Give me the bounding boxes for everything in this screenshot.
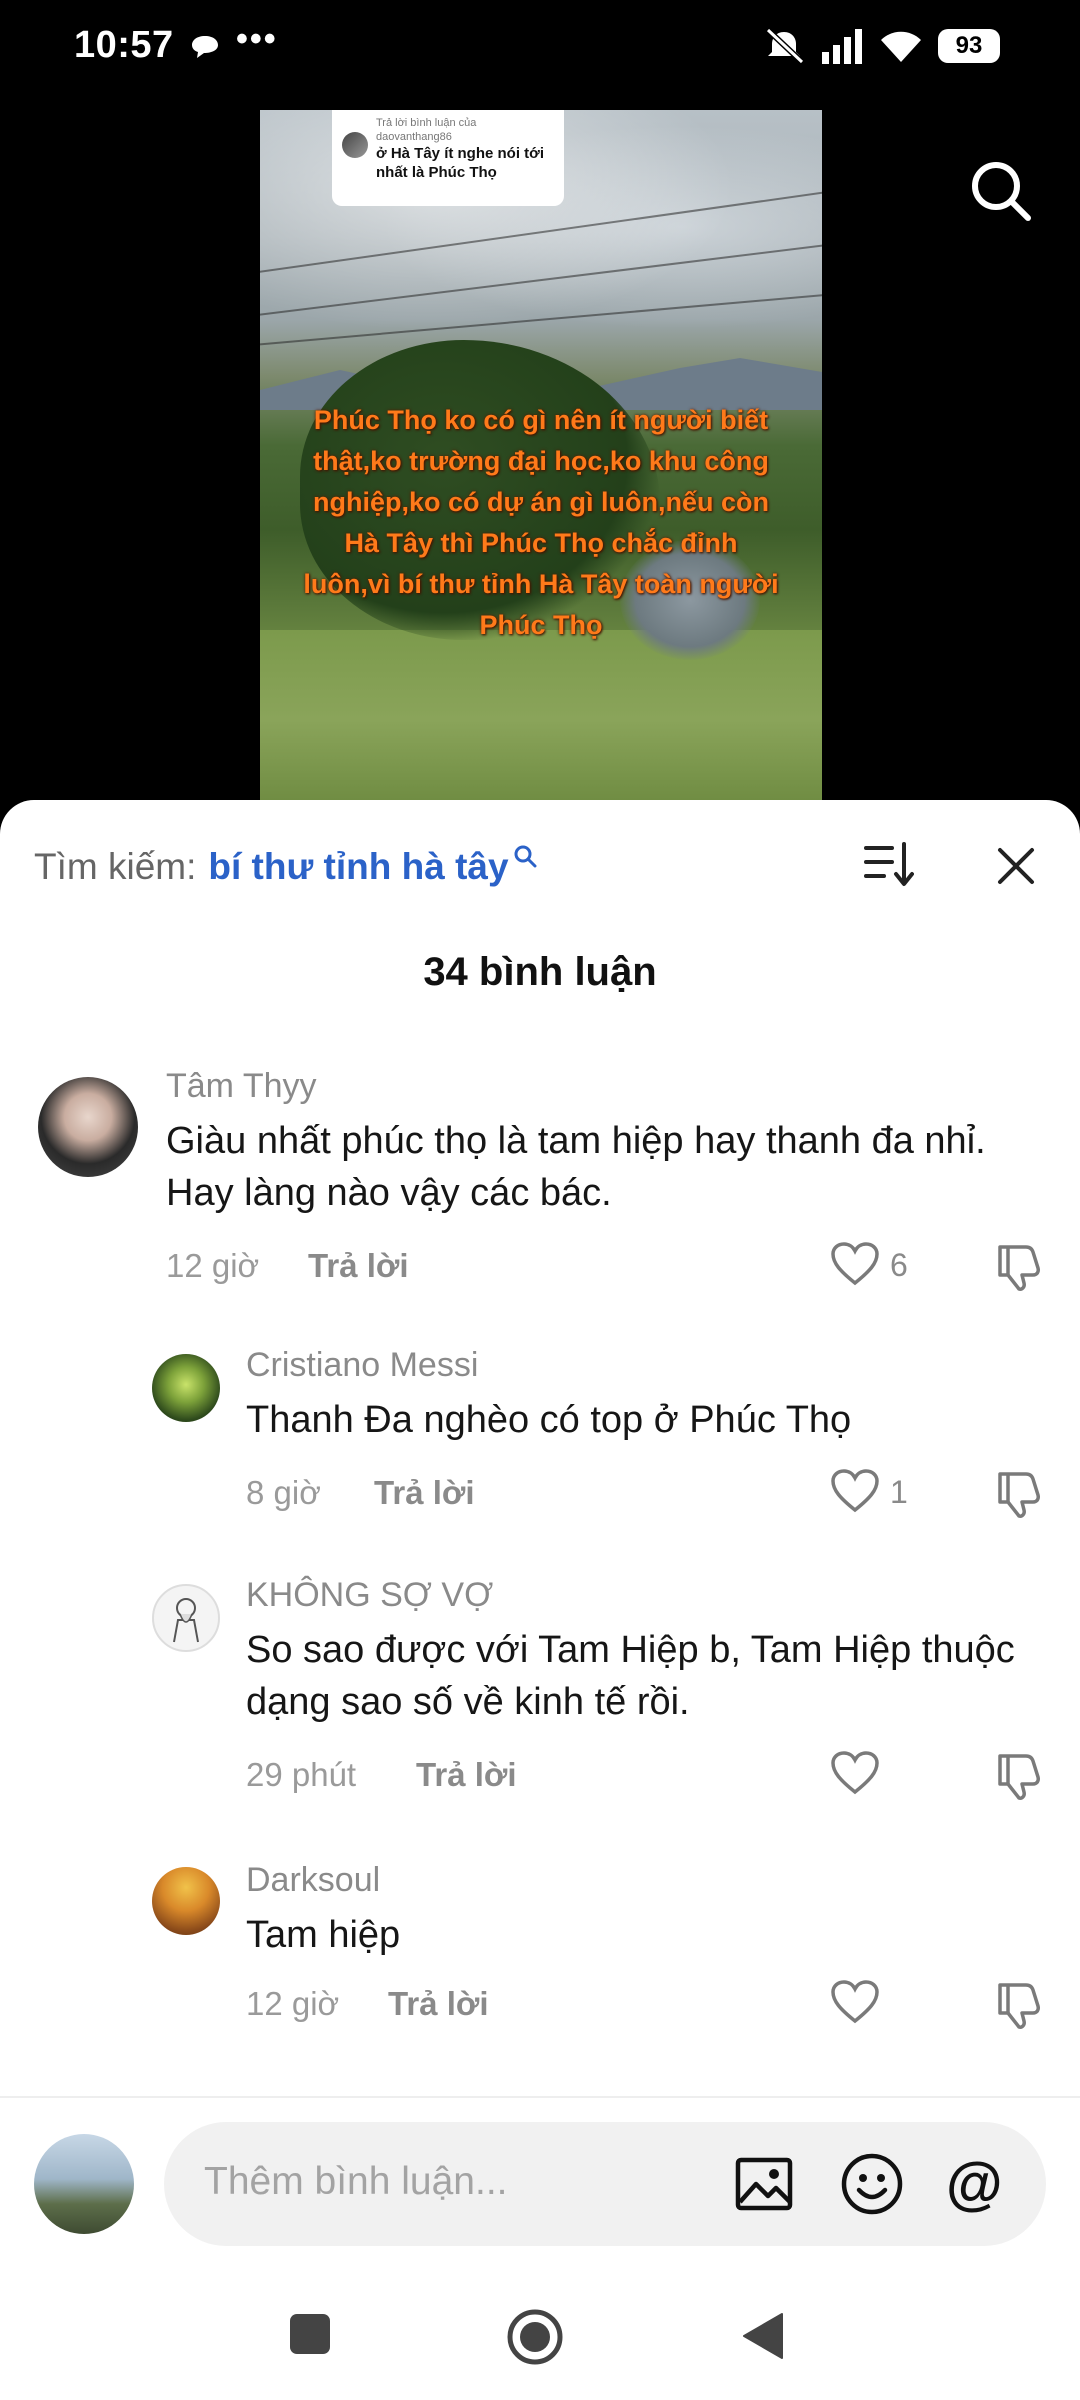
heart-icon[interactable] — [830, 1241, 880, 1287]
comment-author[interactable]: Tâm Thyy — [166, 1067, 317, 1106]
comment-time: 29 phút — [246, 1756, 357, 1793]
reply-button[interactable]: Trả lời — [308, 1247, 409, 1285]
avatar[interactable] — [152, 1867, 220, 1935]
comment-time: 8 giờ — [246, 1474, 321, 1511]
battery-indicator: 93 — [938, 29, 1000, 63]
reply-button[interactable]: Trả lời — [374, 1474, 475, 1512]
chat-bubble-icon — [192, 36, 218, 58]
reply-avatar — [342, 132, 368, 158]
mute-icon — [765, 27, 805, 65]
search-row[interactable]: Tìm kiếm: bí thư tỉnh hà tây — [34, 845, 537, 888]
status-time: 10:57 — [74, 24, 174, 66]
emoji-icon[interactable] — [840, 2152, 904, 2216]
mention-button[interactable]: @ — [946, 2150, 1003, 2217]
close-icon[interactable] — [994, 844, 1038, 888]
comment-author[interactable]: Darksoul — [246, 1861, 380, 1900]
dislike-icon[interactable] — [994, 1468, 1046, 1520]
square-nav-icon[interactable] — [288, 2312, 332, 2356]
comment-text: Thanh Đa nghèo có top ở Phúc Thọ — [246, 1399, 852, 1441]
sort-icon[interactable] — [862, 840, 914, 888]
reply-button[interactable]: Trả lời — [416, 1756, 517, 1794]
comment-text: So sao được với Tam Hiệp b, Tam Hiệp thu… — [246, 1629, 1015, 1723]
reply-button[interactable]: Trả lời — [388, 1985, 489, 2023]
heart-icon[interactable] — [830, 1979, 880, 2025]
comment-count: 34 bình luận — [423, 950, 657, 994]
reply-label: Trả lời bình luận của daovanthang86 — [376, 117, 477, 143]
status-bar: 10:57 ••• 93 — [0, 0, 1080, 100]
status-more: ••• — [236, 20, 278, 58]
dislike-icon[interactable] — [994, 1241, 1046, 1293]
dislike-icon[interactable] — [994, 1750, 1046, 1802]
compose-bar: Thêm bình luận... @ — [0, 2098, 1080, 2278]
like-count: 1 — [890, 1474, 908, 1510]
avatar-illustration — [173, 1598, 199, 1643]
comment-author[interactable]: KHÔNG SỢ VỢ — [246, 1576, 493, 1615]
avatar[interactable] — [152, 1354, 220, 1422]
wifi-icon — [881, 31, 921, 62]
comment-input[interactable]: Thêm bình luận... @ — [164, 2122, 1046, 2246]
like-count: 6 — [890, 1247, 908, 1283]
avatar[interactable] — [34, 2134, 134, 2234]
comment-author[interactable]: Cristiano Messi — [246, 1346, 478, 1385]
video-grass — [260, 630, 822, 810]
search-prefix: Tìm kiếm: — [34, 846, 197, 887]
dislike-icon[interactable] — [994, 1979, 1046, 2031]
back-nav-icon[interactable] — [740, 2310, 786, 2362]
status-icons: 93 — [762, 26, 1000, 66]
home-nav-icon[interactable] — [506, 2308, 564, 2366]
heart-icon[interactable] — [830, 1468, 880, 1514]
avatar[interactable] — [152, 1584, 220, 1652]
heart-icon[interactable] — [830, 1750, 880, 1796]
search-icon — [514, 845, 537, 868]
search-keyword[interactable]: bí thư tỉnh hà tây — [208, 846, 508, 888]
reply-sticker: Trả lời bình luận của daovanthang86 ở Hà… — [332, 110, 564, 206]
comment-text: Giàu nhất phúc thọ là tam hiệp hay thanh… — [166, 1120, 986, 1214]
reply-text: ở Hà Tây ít nghe nói tới nhất là Phúc Th… — [376, 145, 545, 181]
video-player[interactable]: Trả lời bình luận của daovanthang86 ở Hà… — [260, 110, 822, 810]
signal-icon — [822, 29, 862, 64]
system-nav-bar — [0, 2278, 1080, 2400]
comment-time: 12 giờ — [246, 1985, 340, 2022]
video-caption: Phúc Thọ ko có gì nên ít người biết thật… — [303, 405, 779, 640]
search-icon[interactable] — [968, 158, 1034, 224]
comment-text: Tam hiệp — [246, 1914, 401, 1956]
comment-input-placeholder: Thêm bình luận... — [204, 2160, 508, 2203]
avatar[interactable] — [38, 1077, 138, 1177]
comment-time: 12 giờ — [166, 1247, 260, 1284]
image-icon[interactable] — [734, 2154, 794, 2214]
